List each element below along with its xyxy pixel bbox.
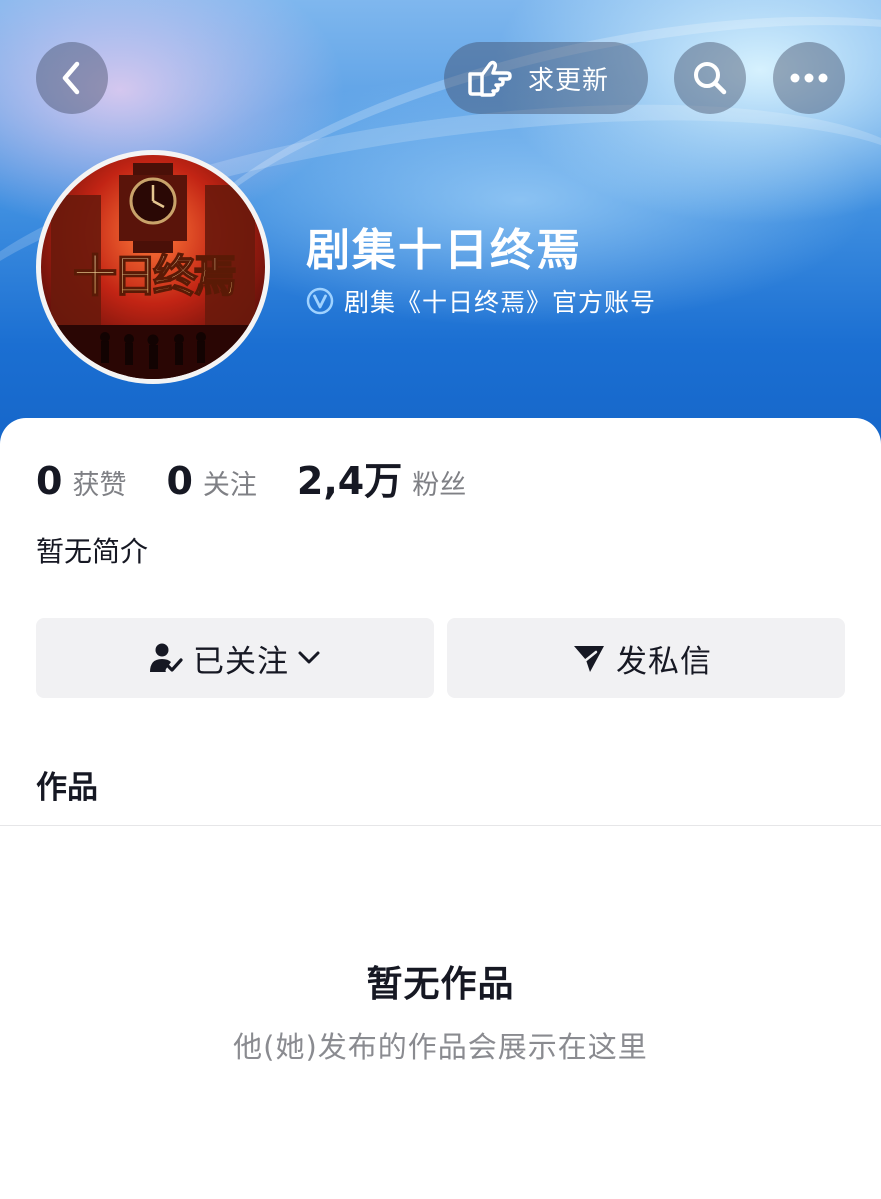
chevron-down-icon <box>298 651 320 664</box>
following-button-label: 已关注 <box>193 643 289 680</box>
chevron-left-icon <box>62 61 80 95</box>
likes-label: 获赞 <box>72 470 127 501</box>
empty-state-subtitle: 他(她)发布的作品会展示在这里 <box>233 1030 648 1064</box>
profile-name: 剧集十日终焉 <box>306 225 582 276</box>
avatar-title-art: 十日终焉 <box>73 251 235 302</box>
request-update-button[interactable]: 求更新 <box>444 42 648 114</box>
user-check-icon <box>150 643 183 672</box>
avatar[interactable]: 十日终焉 <box>36 150 270 384</box>
more-dots-icon <box>790 73 828 83</box>
following-count[interactable]: 0 <box>166 459 192 503</box>
back-button[interactable] <box>36 42 108 114</box>
tab-works[interactable]: 作品 <box>36 762 98 807</box>
request-update-label: 求更新 <box>528 65 610 96</box>
verified-badge-icon <box>306 287 334 315</box>
avatar-image: 十日终焉 <box>41 155 265 379</box>
search-icon <box>694 62 727 95</box>
search-button[interactable] <box>674 42 746 114</box>
stats-row: 0 获赞 0 关注 2,4万 粉丝 <box>36 450 466 505</box>
following-label[interactable]: 关注 <box>203 463 257 502</box>
empty-state-title: 暂无作品 <box>366 964 515 1005</box>
send-message-label: 发私信 <box>616 643 712 680</box>
verified-row: 剧集《十日终焉》官方账号 <box>306 283 656 319</box>
following-button[interactable]: 已关注 <box>36 618 434 698</box>
tab-divider <box>0 825 881 826</box>
pointing-hand-icon <box>468 60 512 97</box>
likes-count: 0 <box>36 459 63 503</box>
followers-label[interactable]: 粉丝 <box>412 463 466 502</box>
verified-text: 剧集《十日终焉》官方账号 <box>344 288 657 317</box>
send-plane-icon <box>574 646 604 672</box>
more-button[interactable] <box>773 42 845 114</box>
followers-count[interactable]: 2,4万 <box>297 450 402 505</box>
bio-text: 暂无简介 <box>36 535 149 568</box>
send-message-button[interactable]: 发私信 <box>447 618 845 698</box>
